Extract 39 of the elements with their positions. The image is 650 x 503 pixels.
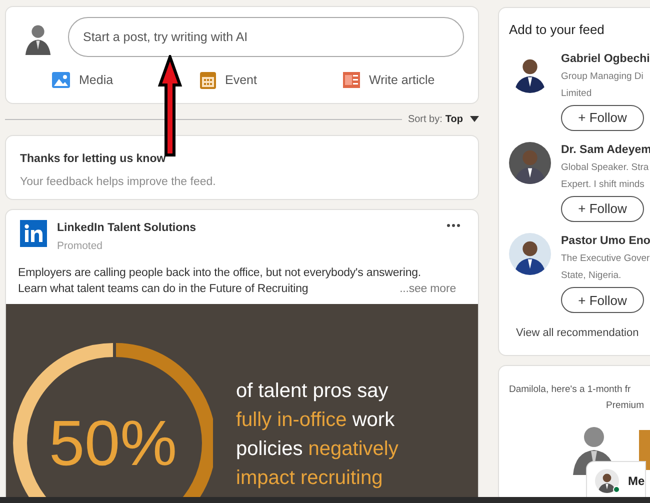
- image-icon: [52, 72, 70, 88]
- person-name[interactable]: Pastor Umo Eno: [561, 233, 650, 250]
- person-headline: Expert. I shift minds: [561, 178, 646, 192]
- post-input-field[interactable]: Start a post, try writing with AI: [68, 17, 464, 57]
- company-name[interactable]: LinkedIn Talent Solutions: [57, 220, 196, 238]
- promoted-label: Promoted: [57, 239, 104, 254]
- person-headline: Group Managing Di: [561, 70, 644, 84]
- person-headline: State, Nigeria.: [561, 269, 622, 284]
- premium-label: Premium: [606, 399, 644, 414]
- article-icon: [343, 72, 360, 88]
- follow-button[interactable]: + Follow: [561, 196, 644, 222]
- person-name[interactable]: Gabriel Ogbechi: [561, 50, 650, 68]
- caret-icon: [470, 116, 479, 122]
- view-all-link[interactable]: View all recommendation: [516, 325, 650, 342]
- person-headline: The Executive Gover: [561, 252, 650, 266]
- composer-action-button[interactable]: Event: [200, 71, 343, 90]
- feedback-text: Your feedback helps improve the feed.: [20, 175, 217, 190]
- stat-caption: impact recruiting: [236, 467, 383, 489]
- panel-title: Add to your feed: [509, 21, 606, 39]
- person-headline: Global Speaker. Stra: [561, 161, 650, 175]
- person-headline: Limited: [561, 86, 593, 101]
- follow-button[interactable]: + Follow: [561, 104, 644, 131]
- calendar-icon: [200, 72, 216, 89]
- sort-dropdown[interactable]: Sort by: Top: [408, 112, 479, 126]
- stat-caption: negatively: [308, 438, 398, 460]
- premium-offer-text: Damilola, here's a 1-month fr: [509, 383, 631, 397]
- follow-button[interactable]: + Follow: [561, 287, 644, 314]
- composer-action-button[interactable]: Write article: [343, 71, 435, 90]
- see-more-link[interactable]: ...see more: [400, 281, 456, 297]
- messaging-label: Me: [628, 473, 645, 490]
- more-options-icon[interactable]: [447, 224, 460, 227]
- company-logo: [20, 220, 47, 247]
- post-text: Employers are calling people back into the office, but not everybody's answering. Learn what talent teams can do in the Future of Recruiting ...see more: [17, 266, 457, 297]
- stat-caption: of talent pros say: [236, 380, 388, 402]
- stat-caption: policies: [236, 438, 304, 460]
- stat-caption: work: [351, 409, 395, 431]
- stat-value: 50%: [48, 406, 178, 481]
- stat-caption: fully in-office: [236, 409, 347, 431]
- feedback-title: Thanks for letting us know: [20, 152, 167, 167]
